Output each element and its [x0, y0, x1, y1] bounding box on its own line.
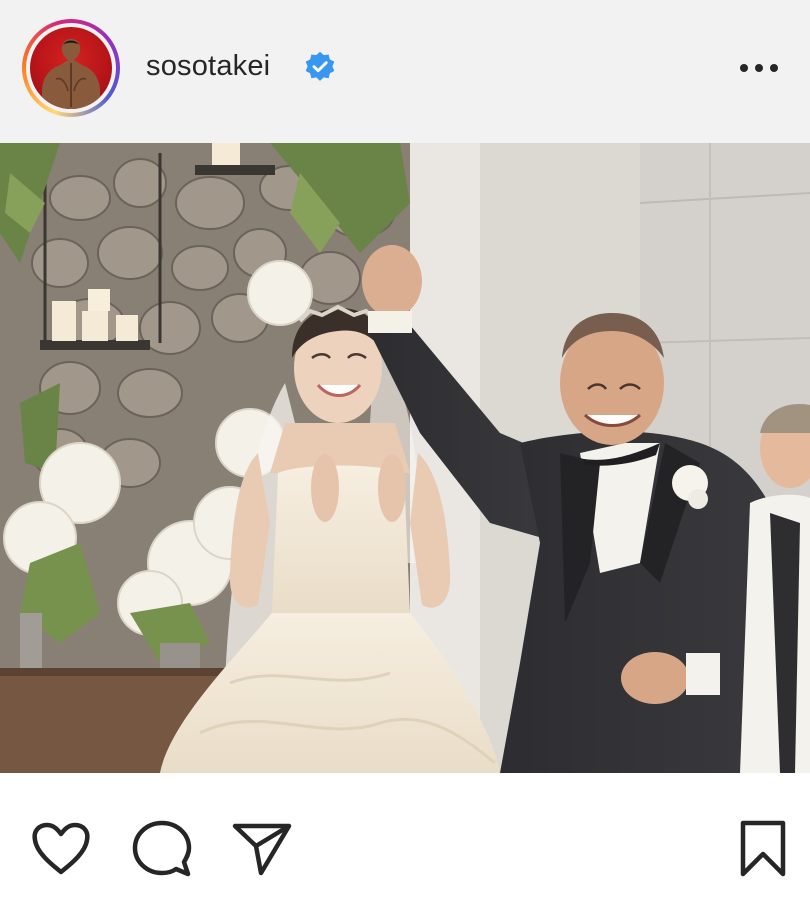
paper-plane-icon[interactable]: [232, 821, 292, 877]
heart-icon[interactable]: [30, 821, 92, 877]
username[interactable]: sosotakei: [146, 50, 270, 83]
post-header: sosotakei: [0, 0, 810, 143]
more-options-icon[interactable]: [738, 60, 780, 76]
comment-icon[interactable]: [132, 819, 192, 879]
avatar[interactable]: [30, 27, 112, 109]
post-actions: [0, 773, 810, 902]
verified-badge-icon: [305, 51, 335, 81]
story-ring[interactable]: [22, 19, 120, 117]
bookmark-icon[interactable]: [738, 819, 788, 879]
instagram-post: sosotakei: [0, 0, 810, 902]
post-photo[interactable]: [0, 143, 810, 773]
